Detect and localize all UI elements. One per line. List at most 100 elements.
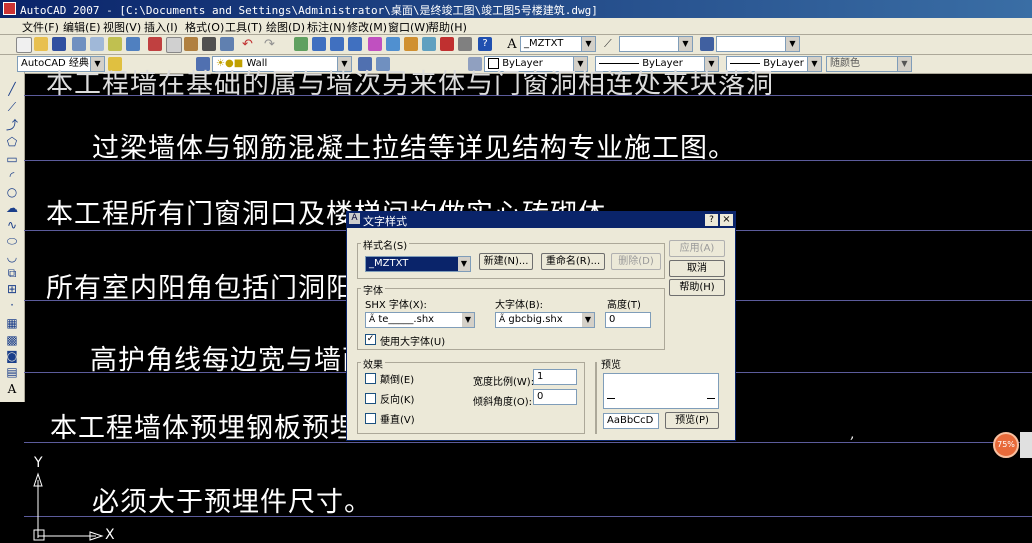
table-icon[interactable]: ▤ bbox=[5, 365, 19, 379]
zoom-previous-icon[interactable] bbox=[348, 37, 362, 51]
help-icon[interactable]: ? bbox=[478, 37, 492, 51]
pan-icon[interactable] bbox=[294, 37, 308, 51]
width-factor-input[interactable]: 1 bbox=[533, 369, 577, 385]
open-icon[interactable] bbox=[34, 37, 48, 51]
plot-icon[interactable] bbox=[72, 37, 86, 51]
3d-dwf-icon[interactable] bbox=[126, 37, 140, 51]
ellipse-icon[interactable]: ⬭ bbox=[5, 234, 19, 248]
region-icon[interactable]: ◙ bbox=[5, 349, 19, 363]
multiline-text-icon[interactable]: A bbox=[5, 382, 19, 396]
hatch-icon[interactable]: ▦ bbox=[5, 316, 19, 330]
standard-toolbar: ↶ ↷ ? A _MZTXT ▼ ⟋ ▼ ▼ bbox=[0, 35, 1032, 55]
help-button[interactable]: 帮助(H) bbox=[669, 279, 725, 296]
cancel-button[interactable]: 取消 bbox=[669, 260, 725, 277]
vertical-checkbox[interactable] bbox=[365, 413, 376, 424]
cut-icon[interactable] bbox=[148, 37, 162, 51]
close-icon[interactable]: × bbox=[720, 214, 733, 226]
rename-style-button[interactable]: 重命名(R)... bbox=[541, 253, 605, 270]
speed-badge[interactable]: 75% bbox=[993, 432, 1019, 458]
line-icon[interactable]: ╱ bbox=[5, 82, 19, 96]
insert-block-icon[interactable]: ⧉ bbox=[5, 266, 19, 280]
drawing-text-line: 必须大于预埋件尺寸。 bbox=[92, 487, 372, 518]
menu-tools[interactable]: 工具(T) bbox=[225, 19, 262, 35]
shx-font-select[interactable]: Ã te_____.shx ▼ bbox=[365, 312, 475, 328]
preview-button[interactable]: 预览(P) bbox=[665, 412, 719, 429]
menu-view[interactable]: 视图(V) bbox=[103, 19, 141, 35]
badge-panel bbox=[1020, 432, 1032, 458]
help-q-icon[interactable]: ? bbox=[705, 214, 718, 226]
save-icon[interactable] bbox=[52, 37, 66, 51]
big-font-label: 大字体(B): bbox=[495, 300, 544, 311]
calculator-icon[interactable] bbox=[458, 37, 472, 51]
dim-style-select[interactable]: ▼ bbox=[619, 36, 693, 52]
arc-icon[interactable]: ◜ bbox=[5, 169, 19, 183]
ucs-x-label: X bbox=[105, 527, 116, 543]
menu-insert[interactable]: 插入(I) bbox=[144, 19, 178, 35]
vertical-label: 垂直(V) bbox=[380, 415, 415, 426]
preview-box bbox=[603, 373, 719, 409]
font-group-label: 字体 bbox=[361, 282, 385, 297]
menu-format[interactable]: 格式(O) bbox=[185, 19, 224, 35]
table-style-icon bbox=[700, 37, 714, 51]
revision-cloud-icon[interactable]: ☁ bbox=[5, 201, 19, 215]
use-big-font-checkbox[interactable]: ✓ bbox=[365, 334, 376, 345]
copy-icon[interactable] bbox=[166, 37, 182, 53]
new-style-button[interactable]: 新建(N)... bbox=[479, 253, 533, 270]
menu-edit[interactable]: 编辑(E) bbox=[63, 19, 101, 35]
design-center-icon[interactable] bbox=[386, 37, 400, 51]
publish-icon[interactable] bbox=[108, 37, 122, 51]
ucs-y-label: Y bbox=[34, 455, 44, 471]
zoom-window-icon[interactable] bbox=[330, 37, 344, 51]
undo-icon[interactable]: ↶ bbox=[242, 37, 256, 52]
spline-icon[interactable]: ∿ bbox=[5, 218, 19, 232]
preview-text-input[interactable]: AaBbCcD bbox=[603, 413, 659, 429]
make-block-icon[interactable]: ⊞ bbox=[5, 282, 19, 296]
menu-bar: 文件(F) 编辑(E) 视图(V) 插入(I) 格式(O) 工具(T) 绘图(D… bbox=[0, 18, 1032, 35]
plot-preview-icon[interactable] bbox=[90, 37, 104, 51]
plotstyle-select: 随颜色 ▼ bbox=[826, 56, 912, 72]
style-name-select[interactable]: _MZTXT ▼ bbox=[365, 256, 471, 272]
table-style-select[interactable]: ▼ bbox=[716, 36, 800, 52]
menu-modify[interactable]: 修改(M) bbox=[347, 19, 387, 35]
menu-window[interactable]: 窗口(W) bbox=[388, 19, 429, 35]
redo-icon[interactable]: ↷ bbox=[264, 37, 278, 52]
drawing-text-line: 本工程墙在基础的属与墙次另来体与门窗洞相连处来块落洞 bbox=[46, 69, 774, 100]
delete-style-button[interactable]: 删除(D) bbox=[611, 253, 661, 270]
dialog-title: 文字样式 bbox=[363, 215, 407, 228]
width-factor-label: 宽度比例(W): bbox=[473, 377, 535, 388]
upside-down-checkbox[interactable] bbox=[365, 373, 376, 384]
oblique-angle-input[interactable]: 0 bbox=[533, 389, 577, 405]
ellipse-arc-icon[interactable]: ◡ bbox=[5, 250, 19, 264]
construction-line-icon[interactable]: ⟋ bbox=[5, 100, 19, 114]
dialog-title-bar: A 文字样式 ? × bbox=[347, 212, 735, 228]
autocad-app-icon[interactable] bbox=[3, 2, 16, 15]
height-input[interactable]: 0 bbox=[605, 312, 651, 328]
gradient-icon[interactable]: ▩ bbox=[5, 333, 19, 347]
new-icon[interactable] bbox=[16, 37, 32, 53]
shx-font-label: SHX 字体(X): bbox=[365, 300, 427, 311]
backwards-checkbox[interactable] bbox=[365, 393, 376, 404]
sheet-set-icon[interactable] bbox=[422, 37, 436, 51]
big-font-select[interactable]: Ã gbcbig.shx ▼ bbox=[495, 312, 595, 328]
rectangle-icon[interactable]: ▭ bbox=[5, 152, 19, 166]
paste-icon[interactable] bbox=[184, 37, 198, 51]
polygon-icon[interactable]: ⬠ bbox=[5, 135, 19, 149]
menu-dimension[interactable]: 标注(N) bbox=[307, 19, 346, 35]
markup-icon[interactable] bbox=[440, 37, 454, 51]
circle-icon[interactable]: ○ bbox=[5, 185, 19, 199]
zoom-realtime-icon[interactable] bbox=[312, 37, 326, 51]
apply-button[interactable]: 应用(A) bbox=[669, 240, 725, 257]
dialog-app-icon: A bbox=[349, 213, 360, 224]
drawing-text-line: 过梁墙体与钢筋混凝土拉结等详见结构专业施工图。 bbox=[92, 133, 736, 164]
menu-help[interactable]: 帮助(H) bbox=[428, 19, 467, 35]
block-editor-icon[interactable] bbox=[220, 37, 234, 51]
menu-file[interactable]: 文件(F) bbox=[22, 19, 59, 35]
polyline-icon[interactable]: ⤴ bbox=[5, 118, 19, 132]
text-style-select[interactable]: _MZTXT ▼ bbox=[520, 36, 596, 52]
tool-palettes-icon[interactable] bbox=[404, 37, 418, 51]
oblique-angle-label: 倾斜角度(O): bbox=[473, 397, 533, 408]
properties-icon[interactable] bbox=[368, 37, 382, 51]
menu-draw[interactable]: 绘图(D) bbox=[266, 19, 305, 35]
point-icon[interactable]: · bbox=[5, 298, 19, 312]
match-properties-icon[interactable] bbox=[202, 37, 216, 51]
